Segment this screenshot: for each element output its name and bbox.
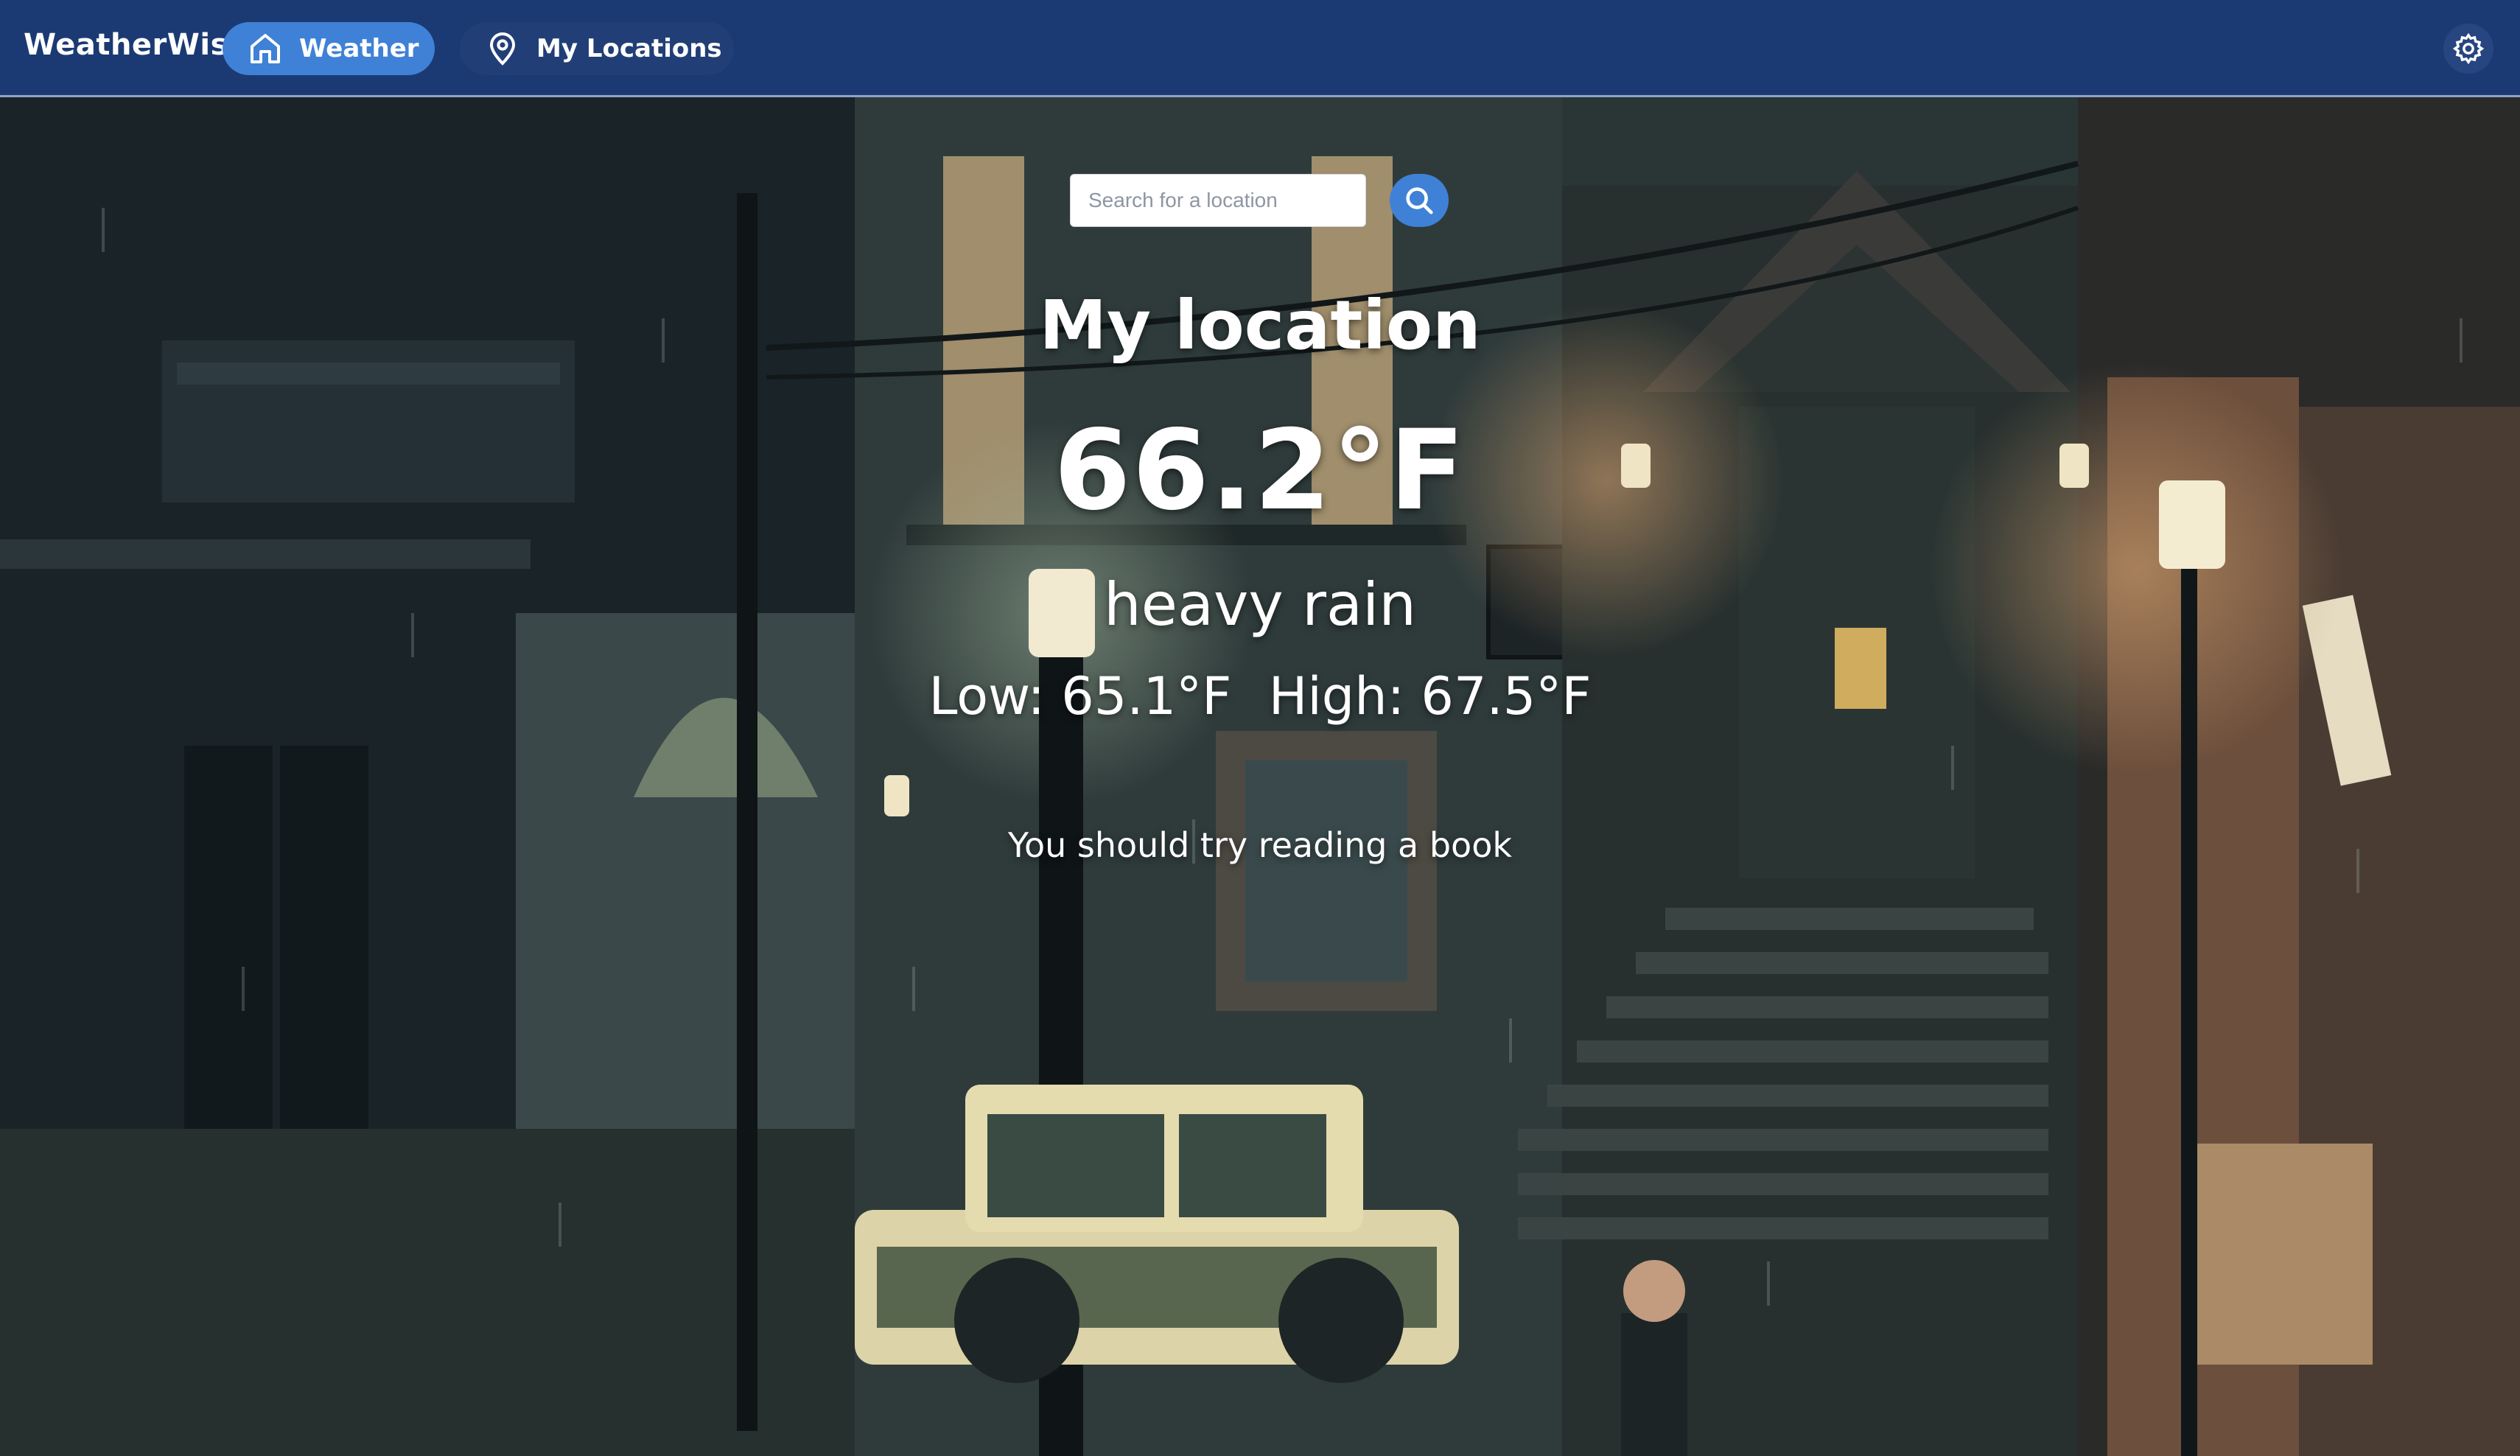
high-temperature: High: 67.5°F	[1268, 666, 1592, 727]
low-high-temperatures: Low: 65.1°F High: 67.5°F	[0, 666, 2520, 727]
current-temperature: 66.2°F	[1054, 407, 1466, 535]
weather-background-scene: My location 66.2°F heavy rain Low: 65.1°…	[0, 97, 2520, 1456]
nav-weather-label: Weather	[299, 34, 419, 63]
low-temperature: Low: 65.1°F	[928, 666, 1232, 727]
search-input[interactable]	[1070, 174, 1366, 227]
weather-condition: heavy rain	[1104, 570, 1416, 639]
gear-icon	[2452, 32, 2485, 65]
location-title: My location	[1039, 286, 1481, 365]
top-navbar: WeatherWise Weather My Locations	[0, 0, 2520, 97]
settings-button[interactable]	[2443, 24, 2493, 74]
search-bar	[1070, 174, 1366, 227]
nav-my-locations-button[interactable]: My Locations	[460, 22, 734, 75]
search-icon	[1406, 187, 1433, 214]
app-brand[interactable]: WeatherWise	[24, 28, 249, 62]
map-pin-icon	[489, 32, 516, 66]
nav-locations-label: My Locations	[536, 34, 722, 63]
search-button[interactable]	[1390, 174, 1449, 227]
nav-weather-button[interactable]: Weather	[223, 22, 435, 75]
home-icon	[251, 34, 280, 63]
activity-suggestion: You should try reading a book	[1007, 825, 1512, 865]
